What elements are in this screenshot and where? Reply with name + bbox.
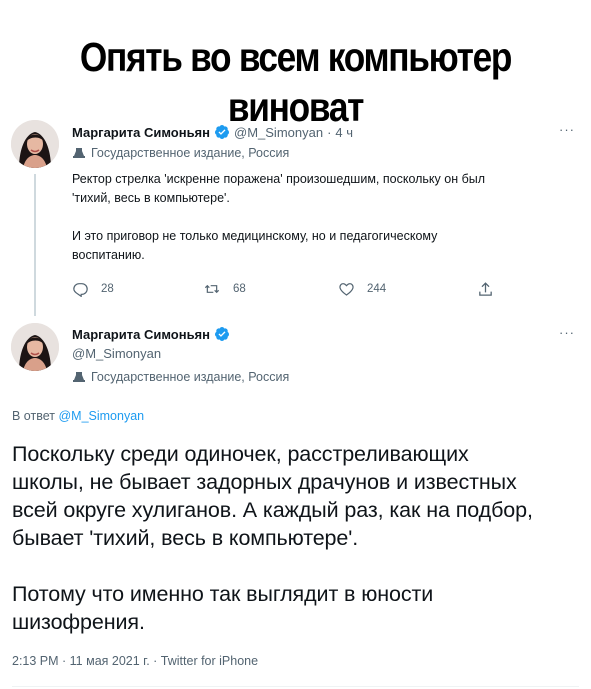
main-tweet-line: Потому что именно так выглядит в юности [12, 582, 434, 606]
thread-line [34, 174, 36, 316]
verified-badge-icon [214, 125, 229, 139]
display-name[interactable]: Маргарита Симоньян [72, 125, 210, 140]
avatar[interactable] [11, 323, 59, 371]
reply-context: В ответ @M_Simonyan [12, 409, 144, 423]
tweet-header: Маргарита Симоньян @M_Simonyan · 4 ч [72, 124, 353, 140]
tweet-text-line: Ректор стрелка 'искренне поражена' произ… [72, 172, 486, 186]
meme-title: Опять во всем компьютер виноват [79, 34, 513, 130]
main-tweet-line: бывает 'тихий, весь в компьютере'. [12, 526, 359, 550]
tweet-text: Ректор стрелка 'искренне поражена' произ… [72, 170, 485, 265]
handle-row: @M_Simonyan [72, 346, 161, 361]
tweet-actions: 28 68 244 [72, 281, 512, 301]
reply-mention-link[interactable]: @M_Simonyan [58, 409, 144, 423]
avatar[interactable] [11, 120, 59, 168]
more-icon[interactable]: ··· [559, 325, 575, 340]
more-icon[interactable]: ··· [559, 122, 575, 137]
like-count: 244 [367, 283, 387, 295]
share-icon [479, 282, 492, 296]
tweet-text-line: воспитанию. [72, 248, 145, 262]
main-tweet-text: Поскольку среди одиночек, расстреливающи… [12, 440, 582, 636]
reply-button[interactable]: 28 [72, 281, 114, 297]
state-media-label[interactable]: Государственное издание, Россия [72, 146, 289, 160]
like-icon [339, 283, 354, 296]
main-tweet-line: Поскольку среди одиночек, расстреливающи… [12, 442, 469, 466]
separator: · [327, 124, 332, 140]
tweet-text-line: И это приговор не только медицинскому, н… [72, 229, 438, 243]
reply-icon [73, 283, 88, 297]
main-tweet-line: шизофрения. [12, 610, 145, 634]
state-media-label-text: Государственное издание, Россия [91, 146, 290, 160]
tweet-meta[interactable]: 2:13 PM · 11 мая 2021 г. · Twitter for i… [12, 654, 258, 668]
main-tweet-line: всей округе хулиганов. А каждый раз, как… [12, 498, 533, 522]
state-media-label-text: Государственное издание, Россия [91, 370, 290, 384]
share-button[interactable] [477, 281, 506, 298]
handle[interactable]: @M_Simonyan [72, 346, 161, 361]
reply-count: 28 [101, 283, 114, 295]
retweet-icon [204, 284, 220, 294]
display-name[interactable]: Маргарита Симоньян [72, 327, 210, 342]
timestamp[interactable]: 4 ч [335, 125, 353, 140]
state-media-icon [73, 372, 85, 382]
retweet-button[interactable]: 68 [203, 281, 246, 297]
divider [12, 686, 579, 687]
state-media-icon [73, 148, 85, 158]
main-tweet-line: школы, не бывает задорных драчунов и изв… [12, 470, 517, 494]
tweet-text-line: 'тихий, весь в компьютере'. [72, 191, 230, 205]
tweet-header: Маргарита Симоньян [72, 326, 234, 342]
like-button[interactable]: 244 [338, 281, 386, 297]
reply-prefix: В ответ [12, 409, 55, 423]
retweet-count: 68 [233, 283, 246, 295]
verified-badge-icon [214, 327, 229, 341]
state-media-label[interactable]: Государственное издание, Россия [72, 370, 289, 384]
handle[interactable]: @M_Simonyan [234, 125, 323, 140]
